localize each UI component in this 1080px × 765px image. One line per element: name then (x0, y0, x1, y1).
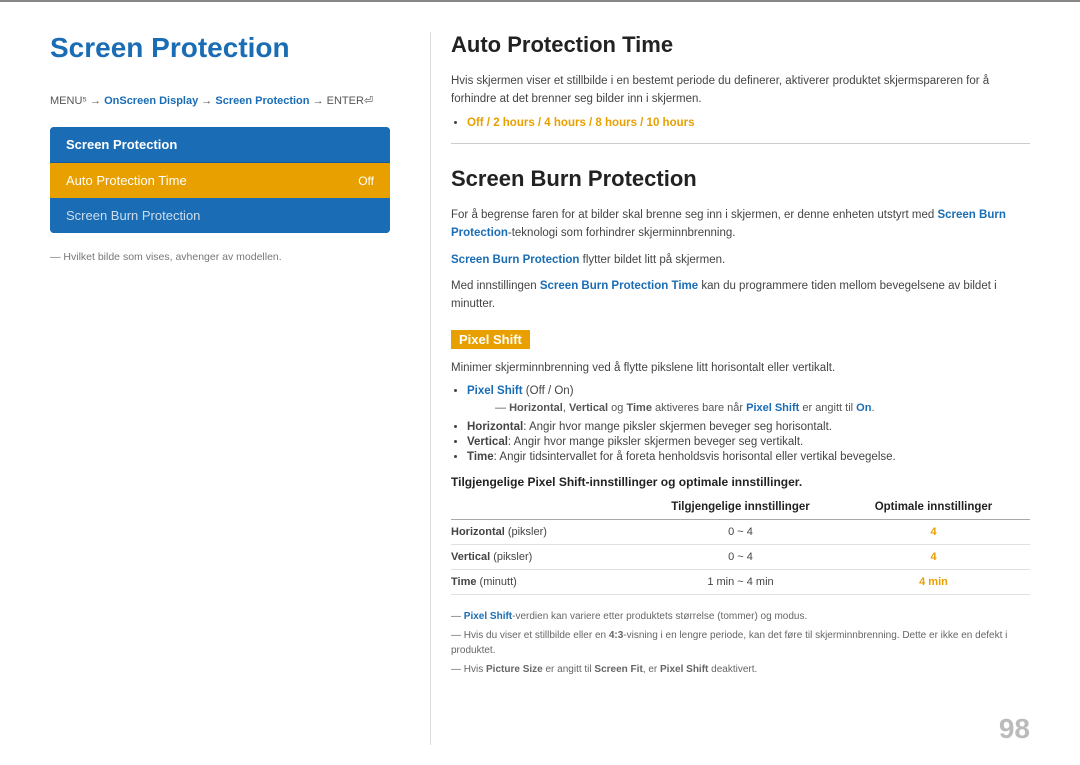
bullet-vertical-text: : Angir hvor mange piksler skjermen beve… (508, 436, 803, 448)
bullet-time-text: : Angir tidsintervallet for å foreta hen… (494, 451, 896, 463)
bullet-time: Time: Angir tidsintervallet for å foreta… (467, 451, 1030, 463)
section1-options: Off / 2 hours / 4 hours / 8 hours / 10 h… (467, 117, 1030, 129)
bullet-vertical-bold: Vertical (467, 436, 508, 448)
section2-desc3: Med innstillingen Screen Burn Protection… (451, 277, 1030, 314)
breadcrumb: MENU⁵ → OnScreen Display → Screen Protec… (50, 94, 390, 107)
breadcrumb-prefix: MENU (50, 95, 82, 107)
table-horizontal-plain: (piksler) (505, 526, 547, 538)
footnote-3: Hvis Picture Size er angitt til Screen F… (451, 662, 1030, 677)
table-time-available: 1 min ~ 4 min (644, 576, 837, 588)
table-time-plain: (minutt) (476, 576, 516, 588)
sub-bullet-text: Horizontal (509, 402, 563, 414)
footnote-3-pixelshift: Pixel Shift (660, 664, 708, 675)
bullet-horizontal: Horizontal: Angir hvor mange piksler skj… (467, 421, 1030, 433)
footnote-1: Pixel Shift-verdien kan variere etter pr… (451, 609, 1030, 624)
breadcrumb-arrow2: → (201, 95, 215, 107)
left-panel: Screen Protection MENU⁵ → OnScreen Displ… (50, 32, 430, 745)
table-col2-header: Tilgjengelige innstillinger (644, 501, 837, 513)
breadcrumb-arrow3: → (313, 95, 327, 107)
table-row-horizontal-label: Horizontal (piksler) (451, 526, 644, 538)
section1-options-list: Off / 2 hours / 4 hours / 8 hours / 10 h… (467, 117, 1030, 129)
section1-options-text: Off / 2 hours / 4 hours / 8 hours / 10 h… (467, 117, 694, 129)
section2-desc1: For å begrense faren for at bilder skal … (451, 206, 1030, 243)
breadcrumb-item1: OnScreen Display (104, 95, 198, 107)
table-header: Tilgjengelige innstillinger Optimale inn… (451, 495, 1030, 520)
pixel-shift-bullets: Pixel Shift (Off / On) Horizontal, Verti… (467, 385, 1030, 463)
table-col1-header (451, 501, 644, 513)
footnote-1-bold: Pixel Shift (464, 611, 512, 622)
section2-desc2-suffix: flytter bildet litt på skjermen. (579, 254, 725, 266)
section1-title: Auto Protection Time (451, 32, 1030, 58)
pixel-shift-badge: Pixel Shift (451, 330, 530, 349)
menu-item-label: Auto Protection Time (66, 173, 187, 188)
table-col3-header: Optimale innstillinger (837, 501, 1030, 513)
table-row-horizontal: Horizontal (piksler) 0 ~ 4 4 (451, 520, 1030, 545)
menu-item-screen-burn[interactable]: Screen Burn Protection (50, 198, 390, 233)
table-section-title: Tilgjengelige Pixel Shift-innstillinger … (451, 475, 1030, 489)
menu-box-header: Screen Protection (50, 127, 390, 163)
menu-item-auto-protection[interactable]: Auto Protection Time Off (50, 163, 390, 198)
section2-desc3-plain: Med innstillingen (451, 280, 540, 292)
footnote-1-text: -verdien kan variere etter produktets st… (512, 611, 807, 622)
menu-item-value: Off (358, 174, 374, 188)
left-title: Screen Protection (50, 32, 390, 64)
bullet-vertical: Vertical: Angir hvor mange piksler skjer… (467, 436, 1030, 448)
footnotes-section: Pixel Shift-verdien kan variere etter pr… (451, 609, 1030, 677)
menu-box: Screen Protection Auto Protection Time O… (50, 127, 390, 233)
table-row-time: Time (minutt) 1 min ~ 4 min 4 min (451, 570, 1030, 595)
section-divider (451, 143, 1030, 144)
footnote-3-screenfit: Screen Fit (594, 664, 642, 675)
breadcrumb-item3: ENTER⏎ (327, 95, 374, 107)
table-vertical-available: 0 ~ 4 (644, 551, 837, 563)
right-panel: Auto Protection Time Hvis skjermen viser… (430, 32, 1030, 745)
footnote-2: Hvis du viser et stillbilde eller en 4:3… (451, 628, 1030, 658)
bullet-pixel-shift: Pixel Shift (Off / On) (467, 385, 1030, 397)
section2-desc3-bold: Screen Burn Protection Time (540, 280, 698, 292)
table-vertical-plain: (piksler) (490, 551, 532, 563)
table-vertical-bold: Vertical (451, 551, 490, 563)
section2-desc2-bold: Screen Burn Protection (451, 254, 579, 266)
bullet-horizontal-bold: Horizontal (467, 421, 523, 433)
section2-title: Screen Burn Protection (451, 166, 1030, 192)
left-footnote: — Hvilket bilde som vises, avhenger av m… (50, 251, 390, 263)
table-horizontal-bold: Horizontal (451, 526, 505, 538)
sub-bullet-rest: , Vertical og Time aktiveres bare når Pi… (563, 402, 875, 414)
table-horizontal-available: 0 ~ 4 (644, 526, 837, 538)
footnote-3-picturesize: Picture Size (486, 664, 543, 675)
bullet-pixel-shift-text: (Off / On) (523, 385, 574, 397)
table-row-time-label: Time (minutt) (451, 576, 644, 588)
section2-desc2: Screen Burn Protection flytter bildet li… (451, 251, 1030, 269)
section2-desc1-plain: For å begrense faren for at bilder skal … (451, 209, 937, 221)
pixel-shift-desc: Minimer skjerminnbrenning ved å flytte p… (451, 359, 1030, 377)
bullet-horizontal-text: : Angir hvor mange piksler skjermen beve… (523, 421, 832, 433)
table-row-vertical: Vertical (piksler) 0 ~ 4 4 (451, 545, 1030, 570)
breadcrumb-arrow1: → (90, 95, 104, 107)
table-vertical-optimal: 4 (837, 551, 1030, 563)
section2-desc1-suffix: -teknologi som forhindrer skjerminnbrenn… (508, 227, 736, 239)
table-time-bold: Time (451, 576, 476, 588)
breadcrumb-item2: Screen Protection (215, 95, 309, 107)
page-number: 98 (999, 713, 1030, 745)
footnote-2-bold: 4:3 (609, 630, 623, 641)
table-horizontal-optimal: 4 (837, 526, 1030, 538)
table-row-vertical-label: Vertical (piksler) (451, 551, 644, 563)
sub-bullet-horizontal-vertical: Horizontal, Vertical og Time aktiveres b… (495, 400, 1030, 417)
bullet-pixel-shift-bold: Pixel Shift (467, 385, 523, 397)
bullet-time-bold: Time (467, 451, 494, 463)
section1-description: Hvis skjermen viser et stillbilde i en b… (451, 72, 1030, 109)
table-time-optimal: 4 min (837, 576, 1030, 588)
breadcrumb-symbol: ⁵ (82, 95, 87, 107)
